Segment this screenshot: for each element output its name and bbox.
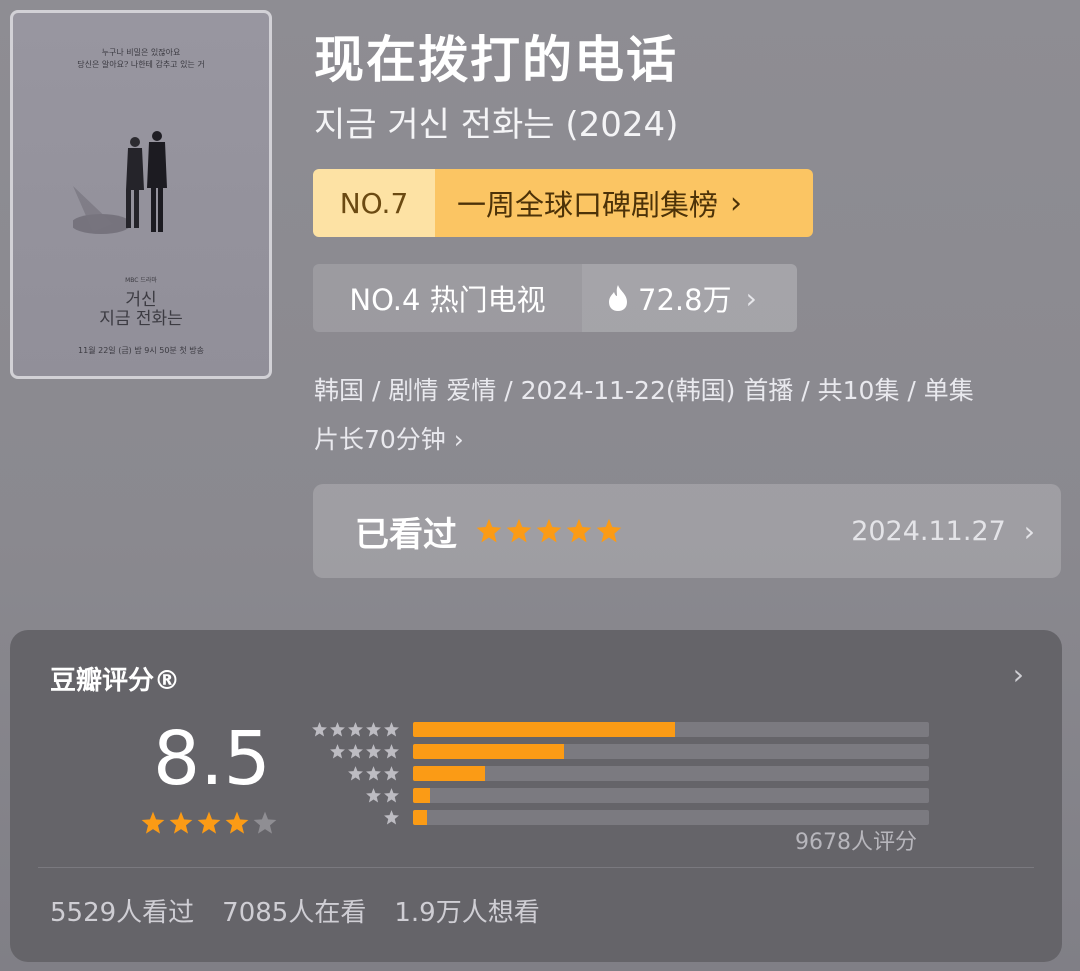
rating-score: 8.5 [153, 716, 271, 802]
star-icon [141, 811, 165, 834]
heat-value: 72.8万 [638, 283, 732, 317]
star-icon [366, 721, 381, 736]
poster-title-line1: 거신 [125, 290, 157, 310]
watched-status-row[interactable]: 已看过 2024.11.27 › [313, 484, 1061, 578]
row-star-label [308, 809, 400, 826]
star-icon [366, 787, 381, 802]
meta-line-1: 韩国 / 剧情 爱情 / 2024-11-22(韩国) 首播 / 共10集 / … [314, 376, 974, 405]
star-icon [312, 721, 327, 736]
rating-bar-fill [413, 809, 427, 825]
weekly-rank-number: NO.7 [313, 169, 435, 237]
poster-brand: MBC 드라마 [125, 277, 157, 284]
poster-tagline-line2: 당신은 알아요? 나한테 감추고 있는 거 [77, 60, 205, 69]
user-rating-stars [475, 517, 623, 545]
star-icon [225, 811, 249, 834]
rating-bar-fill [413, 743, 565, 759]
star-icon [330, 721, 345, 736]
poster-air-info: 11월 22일 (금) 밤 9시 50분 첫 방송 [78, 346, 204, 355]
star-icon [476, 518, 502, 543]
star-icon [330, 743, 345, 758]
rating-bar-track [413, 743, 929, 759]
original-title: 지금 거신 전화는 (2024) [314, 105, 679, 145]
chevron-right-icon: › [730, 185, 743, 221]
chevron-right-icon[interactable]: › [1013, 658, 1024, 691]
rating-bar-fill [413, 765, 486, 781]
chevron-right-icon: › [1023, 514, 1035, 548]
poster-title-line2: 지금 전화는 [99, 309, 183, 329]
star-icon [384, 809, 399, 824]
weekly-rank-label: 一周全球口碑剧集榜 [457, 188, 719, 222]
watched-label: 已看过 [355, 514, 457, 555]
row-star-label [308, 787, 400, 804]
poster-figures [73, 131, 167, 234]
star-icon [384, 743, 399, 758]
poster-tagline-line1: 누구나 비밀은 있잖아요 [101, 48, 181, 57]
rating-bar-track [413, 809, 929, 825]
stat-want[interactable]: 1.9万人想看 [394, 892, 539, 929]
rating-count: 9678人评分 [795, 830, 917, 855]
rating-distribution-row [308, 740, 929, 762]
row-star-label [308, 765, 400, 782]
poster-tagline: 누구나 비밀은 있잖아요 당신은 알아요? 나한테 감추고 있는 거 [13, 47, 269, 71]
star-icon [536, 518, 562, 543]
weekly-rank-label-wrap: 一周全球口碑剧集榜 › [435, 169, 813, 237]
flame-icon [609, 285, 627, 311]
poster-title: 거신 지금 전화는 [13, 291, 269, 329]
star-icon [366, 743, 381, 758]
douban-rating-panel[interactable]: 豆瓣评分® › 8.5 9678人评分 5529人看过 7085人在看 1.9万… [10, 630, 1062, 962]
rating-bar-fill [413, 787, 431, 803]
rating-distribution-row [308, 784, 929, 806]
divider [38, 867, 1034, 868]
star-icon [197, 811, 221, 834]
rating-heading: 豆瓣评分® [50, 666, 181, 696]
rating-distribution [308, 718, 929, 828]
star-icon [384, 787, 399, 802]
star-icon [348, 721, 363, 736]
stat-watched[interactable]: 5529人看过 [50, 892, 194, 929]
weekly-rank-badge[interactable]: NO.7 一周全球口碑剧集榜 › [313, 169, 813, 237]
rating-bar-track [413, 765, 929, 781]
row-star-label [308, 721, 400, 738]
rating-score-stars [140, 810, 278, 836]
chevron-right-icon: › [745, 281, 757, 315]
rating-bar-track [413, 787, 929, 803]
star-icon [348, 743, 363, 758]
poster-image[interactable]: 누구나 비밀은 있잖아요 당신은 알아요? 나한테 감추고 있는 거 MBC 드… [10, 10, 272, 379]
hot-rank-number: NO.4 热门电视 [313, 264, 582, 332]
star-icon [366, 765, 381, 780]
star-icon [253, 811, 277, 834]
rating-bar-track [413, 721, 929, 737]
star-icon [566, 518, 592, 543]
watched-date: 2024.11.27 [851, 515, 1006, 547]
show-meta-info[interactable]: 韩国 / 剧情 爱情 / 2024-11-22(韩国) 首播 / 共10集 / … [314, 366, 1066, 464]
star-icon [169, 811, 193, 834]
meta-line-2: 片长70分钟 [314, 425, 446, 454]
rating-distribution-row [308, 762, 929, 784]
row-star-label [308, 743, 400, 760]
star-icon [384, 721, 399, 736]
meta-line-2-wrap: 片长70分钟 › [314, 415, 1066, 464]
heat-value-wrap: 72.8万 › [582, 264, 797, 332]
star-icon [384, 765, 399, 780]
rating-bar-fill [413, 721, 675, 737]
star-icon [596, 518, 622, 543]
star-icon [348, 765, 363, 780]
stat-watching[interactable]: 7085人在看 [222, 892, 366, 929]
audience-stats: 5529人看过 7085人在看 1.9万人想看 [50, 892, 540, 929]
hot-rank-badge[interactable]: NO.4 热门电视 72.8万 › [313, 264, 797, 332]
star-icon [506, 518, 532, 543]
page-title: 现在拨打的电话 [314, 31, 678, 89]
rating-distribution-row [308, 718, 929, 740]
chevron-right-icon: › [453, 425, 464, 454]
